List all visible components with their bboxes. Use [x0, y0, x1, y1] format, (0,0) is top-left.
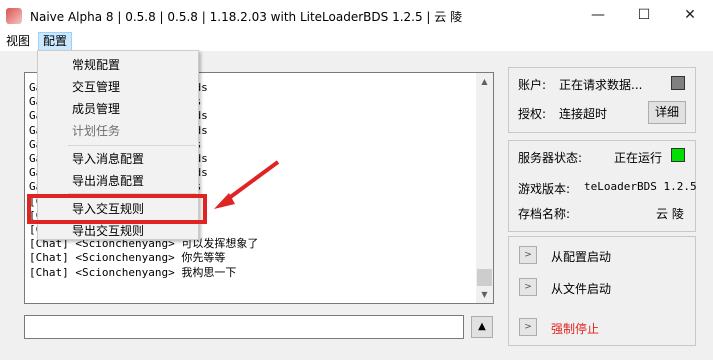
- menu-item-0[interactable]: 常规配置: [72, 55, 120, 75]
- maximize-button[interactable]: ☐: [621, 0, 667, 31]
- server-status-indicator: [671, 148, 685, 162]
- server-status-label: 服务器状态:: [518, 151, 583, 165]
- menu-item-4[interactable]: 导入消息配置: [72, 149, 144, 169]
- annotation-highlight-box: [27, 194, 207, 224]
- start-from-file-label[interactable]: 从文件启动: [551, 280, 611, 297]
- account-status-indicator: [671, 76, 685, 90]
- title-bar: Naive Alpha 8 | 0.5.8 | 0.5.8 | 1.18.2.0…: [0, 0, 713, 31]
- chevron-right-icon: >: [524, 282, 532, 292]
- save-name-label: 存档名称:: [518, 207, 571, 221]
- menu-config[interactable]: 配置: [38, 32, 73, 51]
- game-version-value: teLoaderBDS 1.2.5: [584, 180, 697, 193]
- save-name-value: 云 陵: [656, 207, 684, 221]
- auth-value: 连接超时: [559, 107, 608, 121]
- menu-item-2[interactable]: 成员管理: [72, 99, 120, 119]
- server-status-value: 正在运行: [614, 151, 663, 165]
- menu-item-1[interactable]: 交互管理: [72, 77, 120, 97]
- chevron-right-icon: >: [524, 250, 532, 260]
- start-from-file-button[interactable]: >: [519, 278, 537, 296]
- scroll-down-icon[interactable]: ▼: [476, 286, 493, 303]
- send-button[interactable]: ▲: [471, 316, 493, 338]
- game-version-label: 游戏版本:: [518, 182, 571, 196]
- scroll-up-icon[interactable]: ▲: [476, 73, 493, 90]
- menu-view[interactable]: 视图: [2, 33, 34, 50]
- menu-bar: 视图 配置: [0, 31, 713, 51]
- command-input[interactable]: [24, 315, 464, 339]
- menu-separator: [68, 145, 196, 146]
- detail-button[interactable]: 详细: [648, 101, 686, 124]
- log-scrollbar[interactable]: ▲ ▼: [476, 73, 493, 303]
- account-label: 账户:: [518, 78, 547, 92]
- menu-item-7[interactable]: 导出交互规则: [72, 221, 144, 241]
- menu-item-5[interactable]: 导出消息配置: [72, 171, 144, 191]
- chevron-right-icon: >: [524, 322, 532, 332]
- account-value: 正在请求数据...: [559, 78, 643, 92]
- start-from-config-label[interactable]: 从配置启动: [551, 248, 611, 265]
- minimize-button[interactable]: —: [575, 0, 621, 31]
- triangle-up-icon: ▲: [478, 321, 486, 332]
- close-button[interactable]: ✕: [667, 0, 713, 31]
- force-stop-button[interactable]: >: [519, 318, 537, 336]
- scroll-thumb[interactable]: [477, 269, 492, 286]
- menu-item-3: 计划任务: [72, 124, 121, 138]
- window-title: Naive Alpha 8 | 0.5.8 | 0.5.8 | 1.18.2.0…: [30, 10, 463, 24]
- start-from-config-button[interactable]: >: [519, 246, 537, 264]
- app-icon: [6, 8, 22, 24]
- auth-label: 授权:: [518, 107, 547, 121]
- log-line: [Chat] <Scionchenyang> 我构思一下: [29, 265, 237, 279]
- log-line: [Chat] <Scionchenyang> 你先等等: [29, 251, 226, 265]
- force-stop-label[interactable]: 强制停止: [551, 320, 599, 337]
